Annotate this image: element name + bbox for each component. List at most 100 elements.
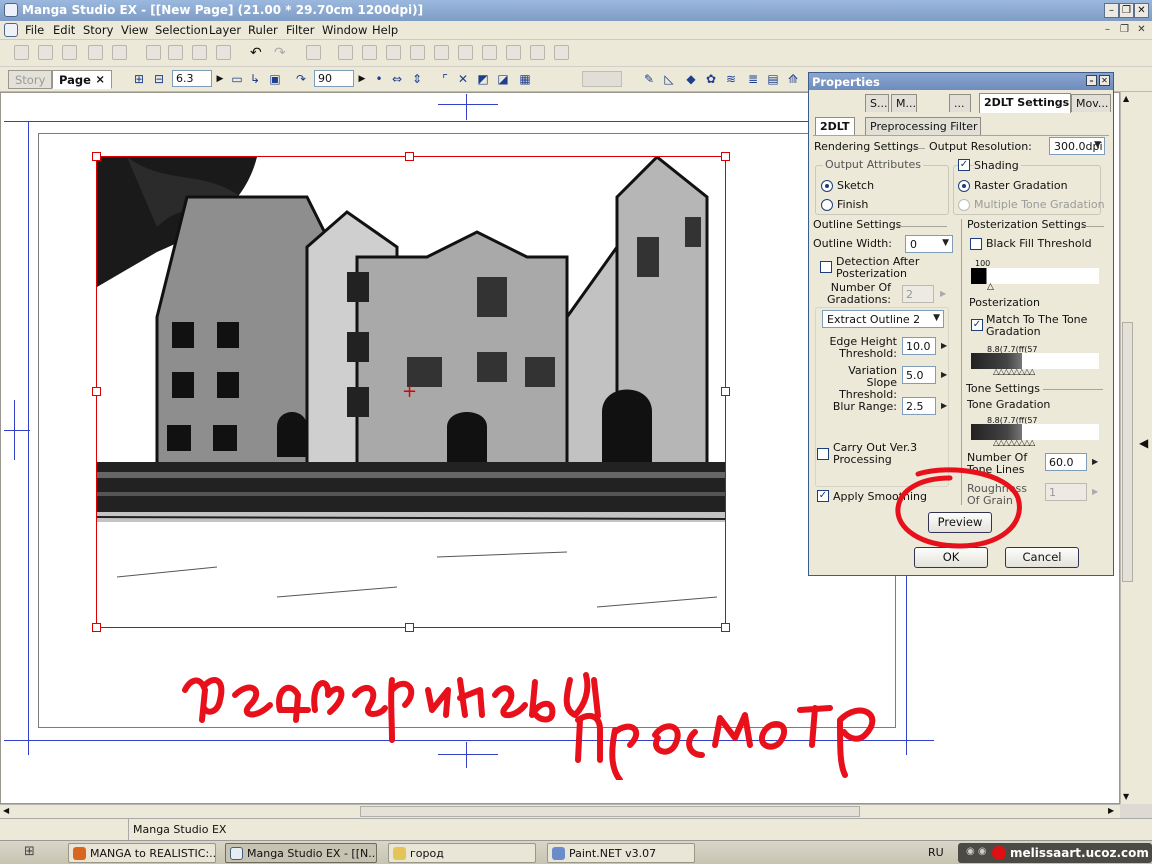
value1-input[interactable]: 6.3 xyxy=(172,70,212,87)
layer-tool-10-icon[interactable] xyxy=(554,45,569,60)
pen-icon[interactable]: ✎ xyxy=(642,72,656,86)
raster-gradation-radio[interactable] xyxy=(958,180,970,192)
blur-range-input[interactable]: 2.5 xyxy=(902,397,936,415)
edge-height-stepper-icon[interactable]: ▶ xyxy=(941,341,947,350)
open-icon[interactable] xyxy=(62,45,77,60)
transform-1-icon[interactable]: ⌜ xyxy=(438,72,452,86)
flip-vertical-icon[interactable]: ⇕ xyxy=(410,72,424,86)
menu-file[interactable]: File xyxy=(25,23,44,37)
outline-width-select[interactable]: 0 ▼ xyxy=(905,235,953,253)
vertical-scrollbar[interactable]: ▲ ▼ xyxy=(1120,92,1134,804)
new-icon[interactable] xyxy=(14,45,29,60)
print-icon[interactable] xyxy=(306,45,321,60)
transform-handle[interactable] xyxy=(721,387,730,396)
language-indicator[interactable]: RU xyxy=(928,847,944,859)
transform-handle[interactable] xyxy=(405,152,414,161)
transform-handle[interactable] xyxy=(92,387,101,396)
rotation-arrow-icon[interactable]: ▶ xyxy=(355,72,369,86)
tab-ellipsis[interactable]: ... xyxy=(949,94,971,112)
posterization-markers-icon[interactable]: △△△△△△△△ xyxy=(993,366,1035,378)
restore-icon[interactable]: ❐ xyxy=(1119,3,1134,18)
mdi-close-icon[interactable]: ✕ xyxy=(1135,24,1148,37)
taskbar-item-folder[interactable]: город xyxy=(388,843,536,863)
tab-close-icon[interactable]: × xyxy=(95,72,105,86)
flip-horizontal-icon[interactable]: ⇔ xyxy=(390,72,404,86)
menu-filter[interactable]: Filter xyxy=(286,23,314,37)
edge-height-threshold-input[interactable]: 10.0 xyxy=(902,337,936,355)
layer-tool-5-icon[interactable] xyxy=(434,45,449,60)
multiple-tone-radio[interactable] xyxy=(958,199,970,211)
filter-icon[interactable]: ✿ xyxy=(704,72,718,86)
cut-icon[interactable] xyxy=(146,45,161,60)
transform-handle[interactable] xyxy=(92,623,101,632)
apply-smoothing-checkbox[interactable]: ✓ xyxy=(817,490,829,502)
new-story-icon[interactable] xyxy=(38,45,53,60)
split-icon[interactable]: ⊟ xyxy=(152,72,166,86)
detection-after-posterization-checkbox[interactable] xyxy=(820,261,832,273)
layer-tool-4-icon[interactable] xyxy=(410,45,425,60)
dot-icon[interactable]: • xyxy=(372,72,386,86)
value1-arrow-icon[interactable]: ▶ xyxy=(213,72,227,86)
tab-s[interactable]: S... xyxy=(865,94,889,112)
corner-icon[interactable]: ↳ xyxy=(248,72,262,86)
start-icon[interactable]: ⊞ xyxy=(24,844,35,859)
gradations-stepper-icon[interactable]: ▶ xyxy=(940,289,946,298)
undo-icon[interactable]: ↶ xyxy=(250,45,262,61)
layer-tool-8-icon[interactable] xyxy=(506,45,521,60)
perspective-icon[interactable]: ⟰ xyxy=(786,72,800,86)
layer-tool-7-icon[interactable] xyxy=(482,45,497,60)
menu-help[interactable]: Help xyxy=(372,23,398,37)
minimize-icon[interactable]: – xyxy=(1104,3,1119,18)
menu-view[interactable]: View xyxy=(121,23,148,37)
tab-mov[interactable]: Mov... xyxy=(1071,94,1111,112)
tab-2dlt-settings[interactable]: 2DLT Settings xyxy=(979,93,1071,113)
rotate-icon[interactable]: ↷ xyxy=(294,72,308,86)
frame-icon[interactable]: ⊞ xyxy=(132,72,146,86)
menu-selection[interactable]: Selection xyxy=(155,23,208,37)
taskbar-item-manga-studio[interactable]: Manga Studio EX - [[N... xyxy=(225,843,377,863)
panel-icon[interactable]: ▣ xyxy=(268,72,282,86)
transform-2-icon[interactable]: ✕ xyxy=(456,72,470,86)
layer-tool-3-icon[interactable] xyxy=(386,45,401,60)
close-icon[interactable]: ✕ xyxy=(1134,3,1149,18)
paste-icon[interactable] xyxy=(192,45,207,60)
number-of-gradations-input[interactable]: 2 xyxy=(902,285,934,303)
transform-handle[interactable] xyxy=(721,152,730,161)
mdi-minimize-icon[interactable]: – xyxy=(1101,24,1114,37)
posterization-gradient[interactable] xyxy=(971,353,1099,369)
horizontal-scroll-thumb[interactable] xyxy=(360,806,860,817)
sketch-radio[interactable] xyxy=(821,180,833,192)
tone-gradient[interactable] xyxy=(971,424,1099,440)
black-fill-threshold-checkbox[interactable] xyxy=(970,238,982,250)
save-icon[interactable] xyxy=(88,45,103,60)
transform-3-icon[interactable]: ◩ xyxy=(476,72,490,86)
layer-tool-9-icon[interactable] xyxy=(530,45,545,60)
page-icon[interactable]: ▭ xyxy=(230,72,244,86)
menu-layer[interactable]: Layer xyxy=(209,23,241,37)
menu-ruler[interactable]: Ruler xyxy=(248,23,278,37)
redo-icon[interactable]: ↷ xyxy=(274,45,286,61)
transform-4-icon[interactable]: ◪ xyxy=(496,72,510,86)
taskbar-item-paint-net[interactable]: Paint.NET v3.07 xyxy=(547,843,695,863)
variation-slope-stepper-icon[interactable]: ▶ xyxy=(941,370,947,379)
scroll-down-icon[interactable]: ▼ xyxy=(1123,792,1129,801)
roughness-of-grain-input[interactable]: 1 xyxy=(1045,483,1087,501)
document-icon[interactable] xyxy=(4,23,18,37)
variation-slope-threshold-input[interactable]: 5.0 xyxy=(902,366,936,384)
number-of-tone-lines-input[interactable]: 60.0 xyxy=(1045,453,1087,471)
tab-m[interactable]: M... xyxy=(891,94,917,112)
subtab-preprocessing-filter[interactable]: Preprocessing Filter xyxy=(865,117,981,135)
tab-story[interactable]: Story xyxy=(8,70,52,89)
layer-tool-1-icon[interactable] xyxy=(338,45,353,60)
transform-5-icon[interactable]: ▦ xyxy=(518,72,532,86)
subtab-2dlt[interactable]: 2DLT xyxy=(815,117,855,135)
blur-range-stepper-icon[interactable]: ▶ xyxy=(941,401,947,410)
delete-icon[interactable] xyxy=(216,45,231,60)
speed-lines-icon[interactable]: ≣ xyxy=(746,72,760,86)
slider-marker-icon[interactable]: △ xyxy=(987,281,994,293)
panel-minimize-icon[interactable]: – xyxy=(1086,75,1097,86)
panel-close-icon[interactable]: ✕ xyxy=(1099,75,1110,86)
collapse-palette-icon[interactable]: ◀ xyxy=(1139,436,1148,450)
layer-tool-2-icon[interactable] xyxy=(362,45,377,60)
tab-page[interactable]: Page × xyxy=(52,70,112,89)
